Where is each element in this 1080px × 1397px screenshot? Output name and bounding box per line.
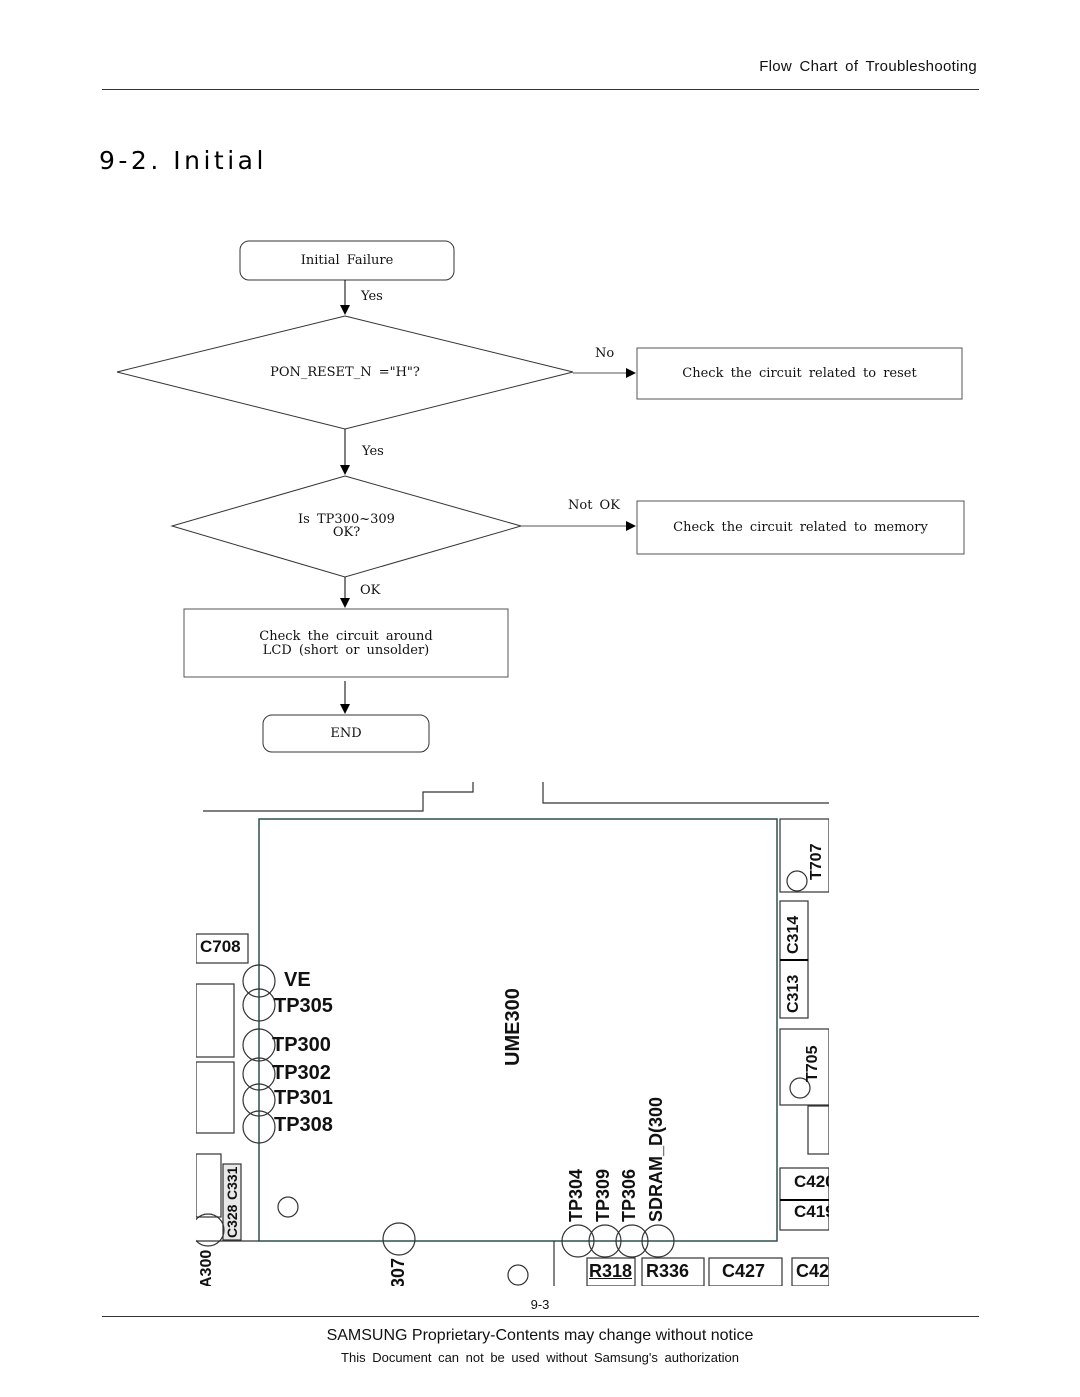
component-label: C419 xyxy=(794,1202,829,1221)
pcb-layout-image: UME300 VE TP305 TP300 TP302 TP301 TP308 … xyxy=(196,770,829,1286)
lcd-action-label-line2: LCD (short or unsolder) xyxy=(262,643,430,658)
test-point-label: TP309 xyxy=(593,1168,613,1222)
edge-label-start-yes: Yes xyxy=(361,289,383,304)
start-label: Initial Failure xyxy=(300,253,394,268)
footer-rule xyxy=(102,1316,979,1317)
edge-label-d1-yes: Yes xyxy=(362,444,384,459)
component-label: 307 xyxy=(388,1257,408,1286)
test-point-label: TP302 xyxy=(272,1062,331,1084)
component-label: C328 xyxy=(224,1204,240,1238)
component-label: T705 xyxy=(804,1045,821,1082)
reset-action-label: Check the circuit related to reset xyxy=(682,366,917,381)
test-point-label: TP305 xyxy=(274,995,333,1017)
test-point-label: TP301 xyxy=(274,1087,333,1109)
component-label: C420 xyxy=(794,1172,829,1191)
page-number: 9-3 xyxy=(530,1297,550,1312)
edge-label-d2-ok: OK xyxy=(360,583,381,598)
component-label: R336 xyxy=(646,1261,690,1281)
component-label: A300 xyxy=(198,1249,215,1286)
component-label: C313 xyxy=(785,974,802,1013)
decision2-label-line2: OK? xyxy=(332,525,361,540)
footer-notice: SAMSUNG Proprietary-Contents may change … xyxy=(326,1327,754,1344)
decision1-label: PON_RESET_N ="H"? xyxy=(270,365,420,380)
component-label: C427 xyxy=(722,1261,766,1281)
lcd-action-label-line1: Check the circuit around xyxy=(259,629,433,644)
edge-label-d2-notok: Not OK xyxy=(568,498,620,513)
edge-label-d1-no: No xyxy=(595,346,615,361)
test-point-label: TP304 xyxy=(566,1168,586,1222)
test-point-label: TP300 xyxy=(272,1034,331,1056)
component-label: R318 xyxy=(589,1261,633,1281)
memory-action-label: Check the circuit related to memory xyxy=(673,520,928,535)
test-point-label: TP306 xyxy=(619,1168,639,1222)
footer-authorization: This Document can not be used without Sa… xyxy=(341,1350,739,1365)
component-label: C708 xyxy=(200,937,241,956)
sdram-label: SDRAM_D(300 xyxy=(646,1096,666,1222)
end-label: END xyxy=(330,726,362,741)
component-label: T707 xyxy=(808,843,825,880)
component-label: C331 xyxy=(224,1166,240,1200)
chip-label: UME300 xyxy=(502,988,524,1066)
flowchart xyxy=(116,240,965,753)
component-label: C42 xyxy=(796,1261,829,1281)
component-label: C314 xyxy=(785,915,802,954)
test-point-label: TP308 xyxy=(274,1114,333,1136)
test-point-label: VE xyxy=(284,969,311,991)
